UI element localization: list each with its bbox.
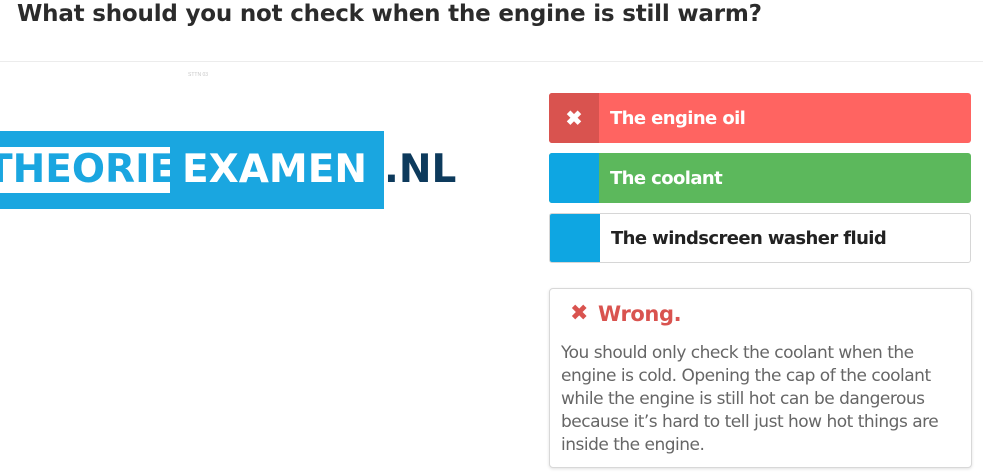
feedback-panel: ✖ Wrong. You should only check the coola… (549, 288, 972, 468)
logo-word-examen: EXAMEN (182, 147, 367, 192)
question-title: What should you not check when the engin… (17, 1, 762, 27)
question-image: STTN 03 (0, 63, 530, 475)
image-caption: STTN 03 (188, 72, 209, 78)
question-header: What should you not check when the engin… (0, 0, 983, 62)
answer-options: ✖ The engine oil The coolant The windscr… (549, 93, 971, 273)
logo-word-theorie: THEORIE (0, 147, 170, 193)
answer-option-engine-oil[interactable]: ✖ The engine oil (549, 93, 971, 143)
theorie-examen-logo: THEORIE EXAMEN (0, 131, 384, 209)
answer-option-washer-fluid[interactable]: The windscreen washer fluid (549, 213, 971, 263)
wrong-x-icon: ✖ (549, 93, 599, 143)
x-icon: ✖ (570, 301, 589, 326)
logo-tld: .NL (384, 147, 457, 192)
answer-option-coolant[interactable]: The coolant (549, 153, 971, 203)
feedback-heading: Wrong. (598, 302, 682, 326)
feedback-heading-row: ✖ Wrong. (570, 301, 682, 326)
answer-marker (549, 153, 599, 203)
answer-marker (550, 214, 600, 262)
feedback-explanation: You should only check the coolant when t… (561, 343, 939, 455)
answer-label: The engine oil (610, 107, 746, 129)
answer-label: The windscreen washer fluid (611, 227, 887, 249)
logo-box: THEORIE EXAMEN (0, 131, 384, 209)
answer-label: The coolant (610, 167, 723, 189)
